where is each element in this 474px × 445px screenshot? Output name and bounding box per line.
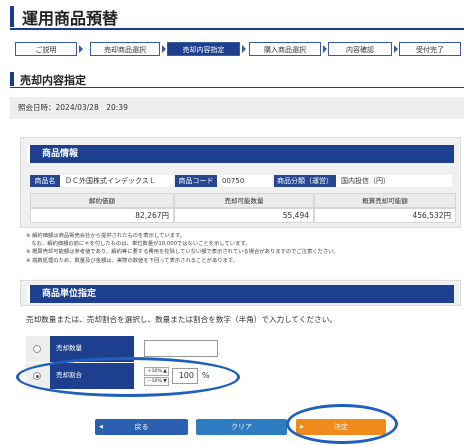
unit-section-title: 商品単位指定 <box>27 285 454 303</box>
step-explanation: ご説明 <box>15 42 77 56</box>
annotation-circle-confirm <box>286 404 398 444</box>
progress-steps: ご説明 売却商品選択 売却内容指定 購入商品選択 内容確認 受付完了 <box>15 42 461 56</box>
reference-datetime: 照会日時：2024/03/28 20:39 <box>10 97 464 119</box>
step-arrow <box>323 45 327 53</box>
note-line: ※ 概算売却可能額は参考値であり、解約等に要する費用を控除していない額で表示され… <box>26 249 339 256</box>
clear-button[interactable]: クリア <box>196 419 287 435</box>
step-select-sell: 売却商品選択 <box>90 42 160 56</box>
step-arrow <box>79 45 83 53</box>
annotation-circle-ratio <box>16 357 240 397</box>
triangle-left-icon: ◀ <box>99 424 103 430</box>
section-heading: 売却内容指定 <box>10 70 464 88</box>
back-button-label: 戻る <box>134 423 149 431</box>
sellable-qty-value: 55,494 <box>174 208 314 223</box>
table-header-sellable-qty: 売却可能数量 <box>174 193 314 208</box>
page-header: 運用商品預替 <box>10 3 464 30</box>
step-arrow <box>162 45 166 53</box>
section-accent <box>10 72 14 86</box>
quantity-radio[interactable] <box>33 345 41 353</box>
product-code-value: 00750 <box>217 175 272 187</box>
section-title: 売却内容指定 <box>20 74 86 87</box>
product-category-value: 国内投信（円） <box>336 175 452 187</box>
redemption-price-value: 82,267円 <box>30 208 174 223</box>
page-title: 運用商品預替 <box>22 9 119 28</box>
product-category-label: 商品分類（運営） <box>274 175 336 187</box>
table-header-sellable-amount: 概算売却可能額 <box>314 193 456 208</box>
back-button[interactable]: ◀ 戻る <box>95 419 188 435</box>
note-line: ※ 解約価額は商品販売会社から提供されたものを表示しています。 <box>26 233 186 239</box>
table-header-redemption-price: 解約価額 <box>30 193 174 208</box>
note-line: ※ 端数処理のため、数量及び金額は、実際の数値を下回って表示されることがあります… <box>26 257 238 264</box>
step-arrow <box>242 45 246 53</box>
sellable-amount-value: 456,532円 <box>314 208 456 223</box>
header-underline <box>10 28 464 30</box>
clear-button-label: クリア <box>231 423 252 431</box>
unit-instruction: 売却数量または、売却割合を選択し、数量または割合を数字（半角）で入力してください… <box>26 315 337 324</box>
product-name-value: ＤＣ外国株式インデックスＬ <box>60 175 173 187</box>
step-confirm: 内容確認 <box>328 42 392 56</box>
step-arrow <box>394 45 398 53</box>
notes: ※ 解約価額は商品販売会社から提供されたものを表示しています。 なお、解約価額の… <box>26 232 466 265</box>
note-line: なお、解約価額の前に＊を付したものは、単位数量が10,000ではないことを示して… <box>26 241 251 248</box>
product-name-label: 商品名 <box>30 175 60 187</box>
header-accent <box>10 6 14 27</box>
product-code-label: 商品コード <box>175 175 217 187</box>
step-complete: 受付完了 <box>399 42 461 56</box>
section-underline <box>10 87 464 88</box>
product-info-title: 商品情報 <box>27 145 454 163</box>
step-sell-details: 売却内容指定 <box>167 42 240 56</box>
step-select-buy: 購入商品選択 <box>249 42 321 56</box>
quantity-input[interactable] <box>144 340 218 357</box>
